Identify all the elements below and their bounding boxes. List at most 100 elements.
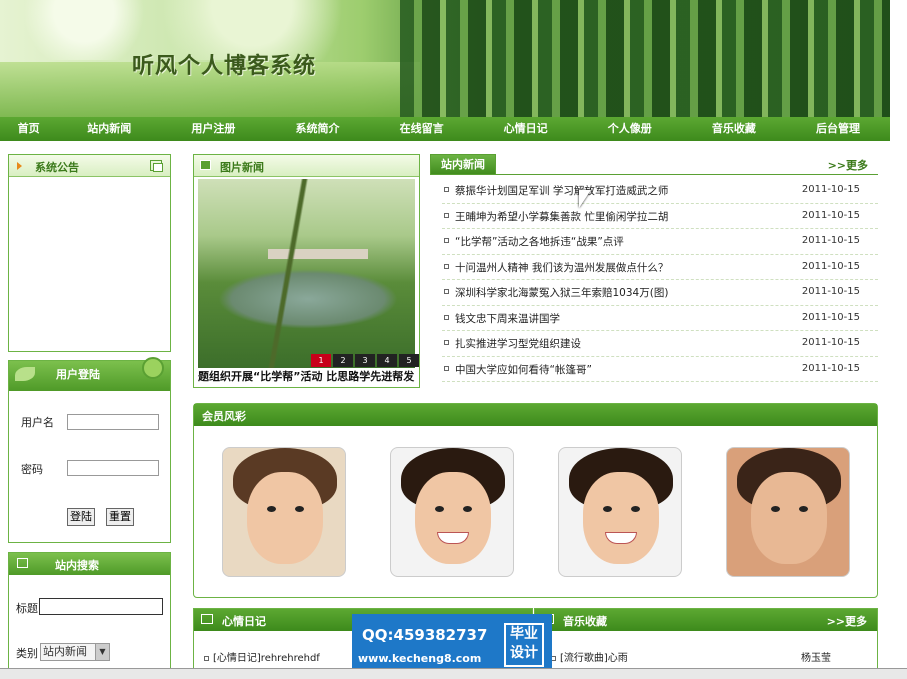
pond-shape xyxy=(218,269,398,329)
slide-page-1[interactable]: 1 xyxy=(311,354,331,367)
eye-shape xyxy=(603,506,612,512)
member-photo-4[interactable] xyxy=(726,447,850,577)
list-item[interactable]: [心情日记]rehrehrehdf xyxy=(204,649,320,664)
slide-pager: 1 2 3 4 5 xyxy=(311,354,419,367)
bullet-icon xyxy=(444,365,449,371)
slide-page-4[interactable]: 4 xyxy=(377,354,397,367)
list-item[interactable]: 中国大学应如何看待“帐篷哥” 2011-10-15 xyxy=(442,357,878,382)
eye-shape xyxy=(295,506,304,512)
badge-line-1: 毕业 xyxy=(510,626,538,642)
music-item-title[interactable]: [流行歌曲]心雨 xyxy=(560,653,628,664)
site-search-panel: 站内搜索 标题 类别 站内新闻 ▼ xyxy=(8,552,171,679)
members-panel: 会员风彩 xyxy=(193,403,878,598)
site-news-list: 蔡振华计划国足军训 学习解放军打造威武之师 2011-10-15 王晡坤为希望小学… xyxy=(442,178,878,382)
eye-shape xyxy=(435,506,444,512)
notice-panel: 系统公告 xyxy=(8,154,171,352)
picture-news-panel: 图片新闻 1 2 3 4 5 题组织开展“比学帮”活动 比思路学先进帮发 xyxy=(193,154,420,388)
search-category-label: 类别 xyxy=(16,647,38,660)
leaf-icon xyxy=(15,367,35,381)
news-date: 2011-10-15 xyxy=(801,362,860,374)
nav-music[interactable]: 音乐收藏 xyxy=(682,117,786,141)
nav-home[interactable]: 首页 xyxy=(0,117,57,141)
face-shape xyxy=(583,472,659,564)
notice-title: 系统公告 xyxy=(35,161,79,174)
nav-register[interactable]: 用户注册 xyxy=(161,117,265,141)
watermark-badge: 毕业 设计 xyxy=(504,623,544,667)
news-title[interactable]: 蔡振华计划国足军训 学习解放军打造威武之师 xyxy=(455,183,668,198)
news-title[interactable]: 钱文忠下周来温讲国学 xyxy=(455,311,560,326)
tab-divider xyxy=(430,174,878,175)
window-icon xyxy=(201,614,213,624)
chevron-down-icon[interactable]: ▼ xyxy=(95,644,109,660)
watermark-overlay: QQ:459382737 www.kecheng8.com 毕业 设计 xyxy=(352,614,552,674)
eye-shape xyxy=(799,506,808,512)
news-title[interactable]: 王晡坤为希望小学募集善款 忙里偷闲学拉二胡 xyxy=(455,209,668,224)
window-icon xyxy=(17,558,28,568)
face-shape xyxy=(751,472,827,564)
member-photo-3[interactable] xyxy=(558,447,682,577)
password-input[interactable] xyxy=(67,460,159,476)
arrow-right-icon xyxy=(17,162,22,170)
login-panel: 用户登陆 用户名 密码 登陆 重置 xyxy=(8,357,171,543)
nav-guestbook[interactable]: 在线留言 xyxy=(370,117,474,141)
list-item[interactable]: 钱文忠下周来温讲国学 2011-10-15 xyxy=(442,306,878,331)
diary-title: 心情日记 xyxy=(222,615,266,628)
news-title[interactable]: 十问温州人精神 我们该为温州发展做点什么？ xyxy=(455,260,668,275)
list-item[interactable]: 扎实推进学习型党组织建设 2011-10-15 xyxy=(442,331,878,357)
slide-page-5[interactable]: 5 xyxy=(399,354,419,367)
list-item[interactable]: 深圳科学家北海蒙冤入狱三年索赔1034万(图) 2011-10-15 xyxy=(442,280,878,306)
music-more-link[interactable]: >>更多 xyxy=(827,613,867,629)
watermark-qq: QQ:459382737 xyxy=(362,626,488,644)
nav-diary[interactable]: 心情日记 xyxy=(474,117,578,141)
tab-site-news[interactable]: 站内新闻 xyxy=(430,154,496,175)
news-title[interactable]: 深圳科学家北海蒙冤入狱三年索赔1034万(图) xyxy=(455,285,668,300)
nav-site-news[interactable]: 站内新闻 xyxy=(57,117,161,141)
list-item[interactable]: 十问温州人精神 我们该为温州发展做点什么？ 2011-10-15 xyxy=(442,255,878,280)
site-news-panel: 站内新闻 >>更多 蔡振华计划国足军训 学习解放军打造威武之师 2011-10-1… xyxy=(430,154,878,384)
password-label: 密码 xyxy=(21,463,43,476)
list-item[interactable]: [流行歌曲]心雨 xyxy=(551,649,628,664)
login-button[interactable]: 登陆 xyxy=(67,508,95,526)
list-item[interactable]: “比学帮”活动之各地拆违“战果”点评 2011-10-15 xyxy=(442,229,878,255)
member-photo-2[interactable] xyxy=(390,447,514,577)
news-title[interactable]: 中国大学应如何看待“帐篷哥” xyxy=(455,362,592,377)
username-input[interactable] xyxy=(67,414,159,430)
frog-mascot-icon xyxy=(142,357,164,379)
search-category-select[interactable]: 站内新闻 ▼ xyxy=(40,643,110,661)
eye-shape xyxy=(463,506,472,512)
eye-shape xyxy=(771,506,780,512)
music-header: 音乐收藏 >>更多 xyxy=(535,609,877,631)
bullet-icon xyxy=(444,263,449,269)
nav-about[interactable]: 系统简介 xyxy=(265,117,369,141)
badge-line-2: 设计 xyxy=(510,645,538,661)
site-search-title: 站内搜索 xyxy=(55,559,99,572)
list-item[interactable]: 王晡坤为希望小学募集善款 忙里偷闲学拉二胡 2011-10-15 xyxy=(442,204,878,229)
nav-album[interactable]: 个人像册 xyxy=(578,117,682,141)
list-item[interactable]: 蔡振华计划国足军训 学习解放军打造威武之师 2011-10-15 xyxy=(442,178,878,204)
picture-news-caption[interactable]: 题组织开展“比学帮”活动 比思路学先进帮发 xyxy=(198,369,415,385)
bullet-icon xyxy=(444,187,449,192)
diary-item-title[interactable]: [心情日记]rehrehrehdf xyxy=(213,653,320,664)
news-date: 2011-10-15 xyxy=(801,209,860,221)
site-news-more-link[interactable]: >>更多 xyxy=(828,157,868,173)
site-title: 听风个人博客系统 xyxy=(132,53,317,79)
news-photo[interactable] xyxy=(198,179,415,368)
search-title-input[interactable] xyxy=(39,598,163,615)
slide-page-3[interactable]: 3 xyxy=(355,354,375,367)
reset-button[interactable]: 重置 xyxy=(106,508,134,526)
notice-header: 系统公告 xyxy=(9,155,170,177)
site-search-header: 站内搜索 xyxy=(9,553,170,575)
member-photo-1[interactable] xyxy=(222,447,346,577)
username-label: 用户名 xyxy=(21,416,54,429)
watermark-site: www.kecheng8.com xyxy=(358,652,482,665)
banner-trees-decoration xyxy=(400,0,890,117)
bullet-icon xyxy=(444,238,449,243)
slide-page-2[interactable]: 2 xyxy=(333,354,353,367)
news-date: 2011-10-15 xyxy=(801,286,860,297)
news-title[interactable]: “比学帮”活动之各地拆违“战果”点评 xyxy=(455,234,624,249)
members-title: 会员风彩 xyxy=(202,410,246,423)
music-title: 音乐收藏 xyxy=(563,615,607,628)
news-title[interactable]: 扎实推进学习型党组织建设 xyxy=(455,336,581,351)
nav-admin[interactable]: 后台管理 xyxy=(786,117,890,141)
picture-news-header: 图片新闻 xyxy=(194,155,419,177)
